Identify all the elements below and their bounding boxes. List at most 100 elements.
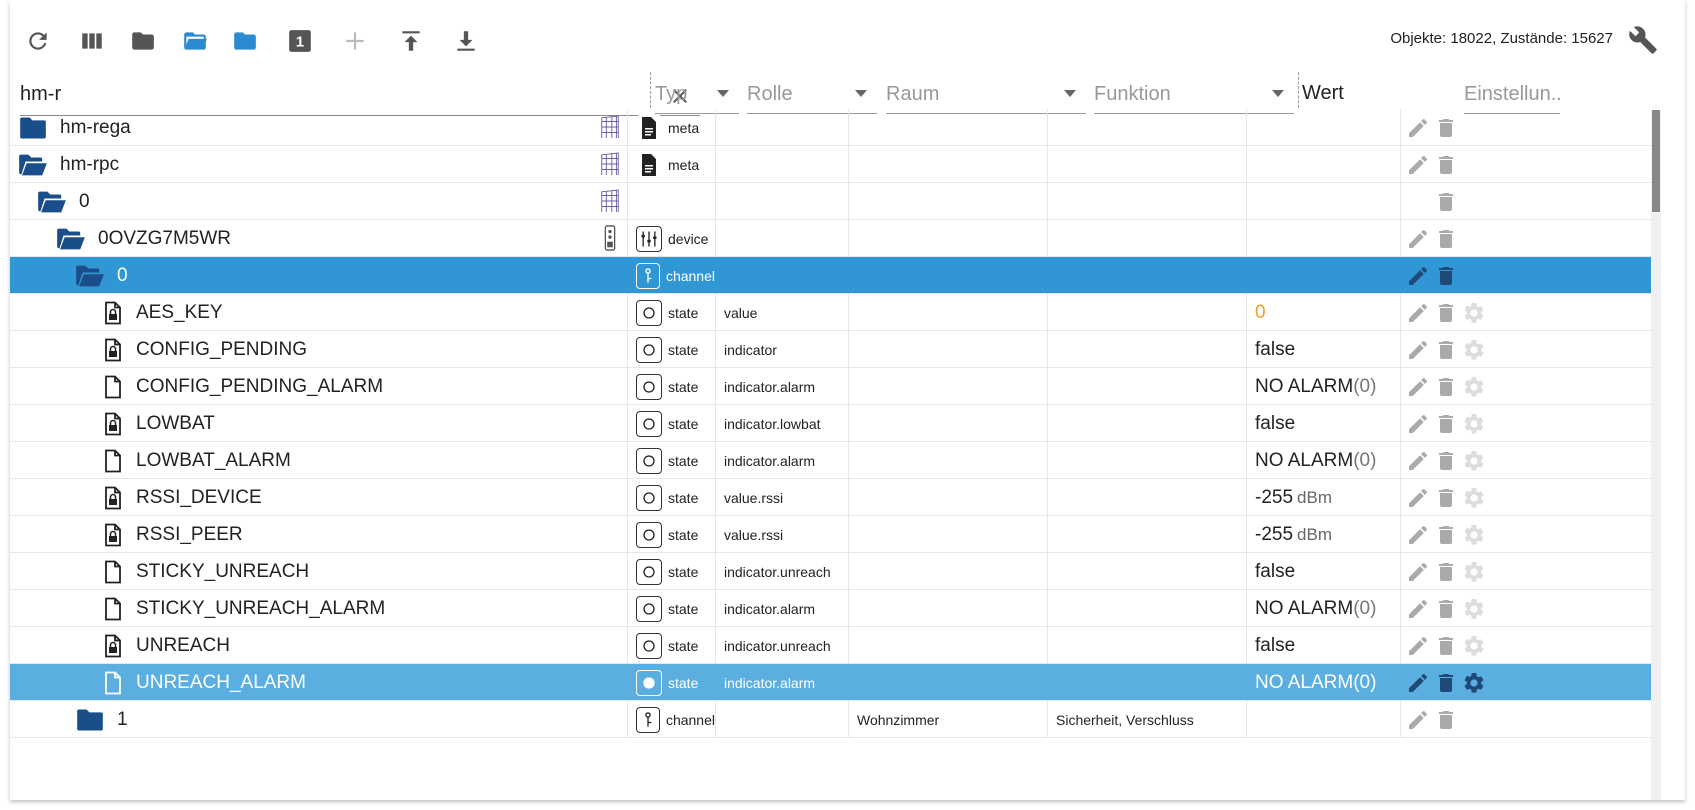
name-cell[interactable]: CONFIG_PENDING: [10, 331, 628, 368]
table-row[interactable]: UNREACH_ALARM state indicator.alarm NO ALAR…: [10, 664, 1660, 701]
table-row[interactable]: RSSI_DEVICE state value.rssi -255 dBm: [10, 479, 1660, 516]
delete-trash-icon[interactable]: [1433, 337, 1459, 363]
table-row[interactable]: hm-rpc meta: [10, 146, 1660, 183]
table-row[interactable]: CONFIG_PENDING state indicator false: [10, 331, 1660, 368]
name-cell[interactable]: hm-rega: [10, 109, 628, 146]
delete-trash-icon[interactable]: [1433, 263, 1459, 289]
scrollbar-thumb[interactable]: [1652, 110, 1660, 212]
wert-cell[interactable]: false: [1246, 405, 1400, 442]
wert-cell[interactable]: [1246, 183, 1400, 220]
folder-icon[interactable]: [18, 115, 48, 141]
table-row[interactable]: UNREACH state indicator.unreach false: [10, 627, 1660, 664]
wert-cell[interactable]: false: [1246, 627, 1400, 664]
table-row[interactable]: CONFIG_PENDING_ALARM state indicator.alarm…: [10, 368, 1660, 405]
edit-pencil-icon[interactable]: [1405, 115, 1431, 141]
table-row[interactable]: 0: [10, 183, 1660, 220]
edit-pencil-icon[interactable]: [1405, 374, 1431, 400]
vertical-scrollbar[interactable]: [1651, 110, 1661, 800]
add-button[interactable]: [340, 26, 370, 56]
delete-trash-icon[interactable]: [1433, 152, 1459, 178]
table-row[interactable]: STICKY_UNREACH_ALARM state indicator.alarm…: [10, 590, 1660, 627]
name-cell[interactable]: hm-rpc: [10, 146, 628, 183]
name-cell[interactable]: AES_KEY: [10, 294, 628, 331]
edit-pencil-icon[interactable]: [1405, 707, 1431, 733]
settings-gear-icon[interactable]: [1461, 337, 1487, 363]
table-row[interactable]: LOWBAT state indicator.lowbat false: [10, 405, 1660, 442]
delete-trash-icon[interactable]: [1433, 448, 1459, 474]
folder-open-icon[interactable]: [18, 152, 48, 178]
name-cell[interactable]: UNREACH_ALARM: [10, 664, 628, 701]
collapse-all-button[interactable]: [128, 26, 158, 56]
delete-trash-icon[interactable]: [1433, 411, 1459, 437]
settings-gear-icon[interactable]: [1461, 448, 1487, 474]
download-button[interactable]: [451, 26, 481, 56]
search-input[interactable]: [20, 76, 620, 112]
edit-pencil-icon[interactable]: [1405, 448, 1431, 474]
delete-trash-icon[interactable]: [1433, 707, 1459, 733]
table-row[interactable]: AES_KEY state value 0: [10, 294, 1660, 331]
delete-trash-icon[interactable]: [1433, 633, 1459, 659]
edit-pencil-icon[interactable]: [1405, 411, 1431, 437]
wert-cell[interactable]: [1246, 109, 1400, 146]
table-row[interactable]: 0OVZG7M5WR device: [10, 220, 1660, 257]
folder-open-icon[interactable]: [56, 226, 86, 252]
settings-gear-icon[interactable]: [1461, 559, 1487, 585]
delete-trash-icon[interactable]: [1433, 115, 1459, 141]
table-row[interactable]: STICKY_UNREACH state indicator.unreach fals…: [10, 553, 1660, 590]
edit-pencil-icon[interactable]: [1405, 522, 1431, 548]
table-row[interactable]: RSSI_PEER state value.rssi -255 dBm: [10, 516, 1660, 553]
settings-gear-icon[interactable]: [1461, 411, 1487, 437]
name-cell[interactable]: RSSI_DEVICE: [10, 479, 628, 516]
wert-cell[interactable]: [1246, 257, 1400, 294]
wert-cell[interactable]: NO ALARM (0): [1246, 664, 1400, 701]
table-row[interactable]: LOWBAT_ALARM state indicator.alarm NO ALARM…: [10, 442, 1660, 479]
edit-pencil-icon[interactable]: [1405, 670, 1431, 696]
settings-gear-icon[interactable]: [1461, 522, 1487, 548]
wert-cell[interactable]: false: [1246, 331, 1400, 368]
refresh-button[interactable]: [23, 26, 53, 56]
delete-trash-icon[interactable]: [1433, 522, 1459, 548]
settings-gear-icon[interactable]: [1461, 596, 1487, 622]
name-cell[interactable]: UNREACH: [10, 627, 628, 664]
name-cell[interactable]: 0: [10, 257, 628, 294]
wert-cell[interactable]: 0: [1246, 294, 1400, 331]
delete-trash-icon[interactable]: [1433, 596, 1459, 622]
name-cell[interactable]: 1: [10, 701, 628, 738]
wert-cell[interactable]: -255 dBm: [1246, 479, 1400, 516]
edit-pencil-icon[interactable]: [1405, 485, 1431, 511]
table-row[interactable]: 1 channel Wohnzimmer Sicherheit, Verschluss: [10, 701, 1660, 738]
edit-pencil-icon[interactable]: [1405, 559, 1431, 585]
table-row[interactable]: 0 channel: [10, 257, 1660, 294]
settings-gear-icon[interactable]: [1461, 485, 1487, 511]
edit-pencil-icon[interactable]: [1405, 152, 1431, 178]
settings-gear-icon[interactable]: [1461, 374, 1487, 400]
settings-gear-icon[interactable]: [1461, 300, 1487, 326]
wert-cell[interactable]: false: [1246, 553, 1400, 590]
wert-cell[interactable]: [1246, 701, 1400, 738]
edit-pencil-icon[interactable]: [1405, 337, 1431, 363]
delete-trash-icon[interactable]: [1433, 374, 1459, 400]
edit-pencil-icon[interactable]: [1405, 596, 1431, 622]
table-row[interactable]: hm-rega meta: [10, 109, 1660, 146]
name-cell[interactable]: 0OVZG7M5WR: [10, 220, 628, 257]
folder-open-icon[interactable]: [75, 263, 105, 289]
edit-pencil-icon[interactable]: [1405, 633, 1431, 659]
settings-button[interactable]: [1627, 24, 1659, 56]
settings-gear-icon[interactable]: [1461, 670, 1487, 696]
wert-cell[interactable]: NO ALARM (0): [1246, 442, 1400, 479]
columns-button[interactable]: [77, 26, 107, 56]
name-cell[interactable]: RSSI_PEER: [10, 516, 628, 553]
wert-cell[interactable]: NO ALARM (0): [1246, 368, 1400, 405]
level-button[interactable]: 1: [285, 26, 315, 56]
name-cell[interactable]: CONFIG_PENDING_ALARM: [10, 368, 628, 405]
wert-cell[interactable]: [1246, 220, 1400, 257]
wert-cell[interactable]: [1246, 146, 1400, 183]
name-cell[interactable]: 0: [10, 183, 628, 220]
name-cell[interactable]: LOWBAT_ALARM: [10, 442, 628, 479]
wert-cell[interactable]: NO ALARM (0): [1246, 590, 1400, 627]
wert-cell[interactable]: -255 dBm: [1246, 516, 1400, 553]
delete-trash-icon[interactable]: [1433, 226, 1459, 252]
edit-pencil-icon[interactable]: [1405, 226, 1431, 252]
name-cell[interactable]: LOWBAT: [10, 405, 628, 442]
edit-pencil-icon[interactable]: [1405, 263, 1431, 289]
